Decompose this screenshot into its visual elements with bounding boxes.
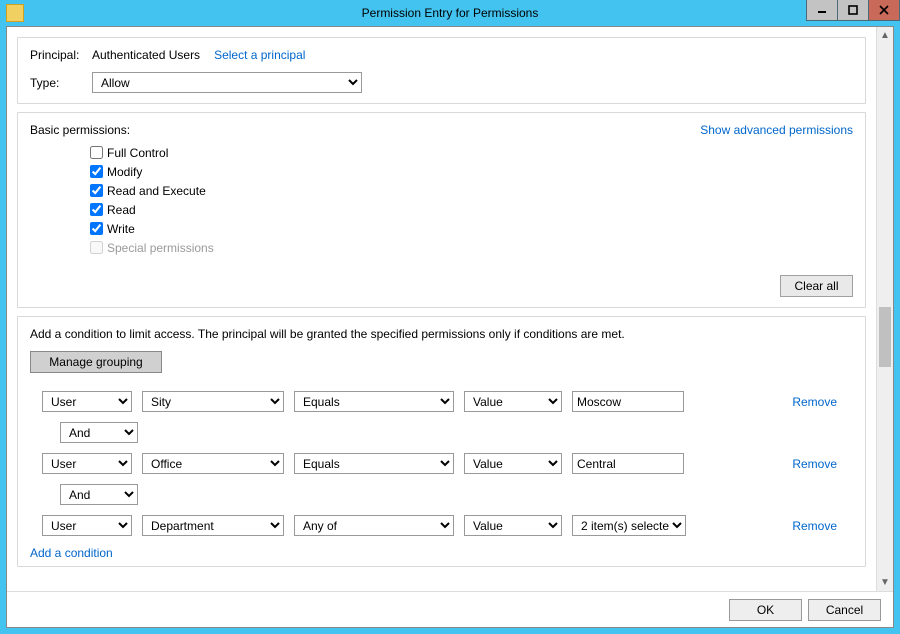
remove-condition-link[interactable]: Remove [792, 395, 837, 409]
principal-value: Authenticated Users [92, 48, 200, 62]
manage-grouping-button[interactable]: Manage grouping [30, 351, 162, 373]
condition-subject-select[interactable]: User [42, 515, 132, 536]
perm-label: Modify [107, 165, 142, 179]
condition-attribute-select[interactable]: Sity [142, 391, 284, 412]
perm-label: Read [107, 203, 136, 217]
condition-row: User Sity Equals Value Remove [42, 391, 853, 412]
conditions-panel: Add a condition to limit access. The pri… [17, 316, 866, 567]
select-principal-link[interactable]: Select a principal [214, 48, 305, 62]
perm-read-execute[interactable]: Read and Execute [90, 181, 853, 200]
condition-joiner-select[interactable]: And [60, 484, 138, 505]
condition-value-input[interactable] [572, 391, 684, 412]
dialog-button-bar: OK Cancel [7, 591, 893, 627]
condition-row: User Department Any of Value 2 item(s) s… [42, 515, 853, 536]
principal-panel: Principal: Authenticated Users Select a … [17, 37, 866, 104]
content-scroll: Principal: Authenticated Users Select a … [7, 27, 876, 591]
window-title: Permission Entry for Permissions [0, 6, 900, 20]
condition-joiner-row: And [42, 422, 853, 443]
condition-attribute-select[interactable]: Office [142, 453, 284, 474]
perm-write-checkbox[interactable] [90, 222, 103, 235]
permissions-panel: Basic permissions: Show advanced permiss… [17, 112, 866, 308]
basic-permissions-label: Basic permissions: [30, 123, 130, 137]
condition-valuetype-select[interactable]: Value [464, 453, 562, 474]
condition-valuetype-select[interactable]: Value [464, 515, 562, 536]
perm-modify[interactable]: Modify [90, 162, 853, 181]
perm-read-checkbox[interactable] [90, 203, 103, 216]
client-area: Principal: Authenticated Users Select a … [6, 26, 894, 628]
condition-operator-select[interactable]: Equals [294, 453, 454, 474]
condition-operator-select[interactable]: Equals [294, 391, 454, 412]
perm-special: Special permissions [90, 238, 853, 257]
titlebar: Permission Entry for Permissions [0, 0, 900, 26]
clear-all-button[interactable]: Clear all [780, 275, 853, 297]
scroll-down-icon[interactable]: ▼ [877, 574, 893, 591]
condition-multi-value-select[interactable]: 2 item(s) selected [572, 515, 686, 536]
scroll-thumb[interactable] [879, 307, 891, 367]
perm-special-checkbox [90, 241, 103, 254]
remove-condition-link[interactable]: Remove [792, 519, 837, 533]
condition-joiner-select[interactable]: And [60, 422, 138, 443]
perm-label: Read and Execute [107, 184, 206, 198]
perm-full-control-checkbox[interactable] [90, 146, 103, 159]
type-label: Type: [30, 76, 92, 90]
condition-subject-select[interactable]: User [42, 453, 132, 474]
condition-value-input[interactable] [572, 453, 684, 474]
condition-subject-select[interactable]: User [42, 391, 132, 412]
condition-valuetype-select[interactable]: Value [464, 391, 562, 412]
perm-label: Write [107, 222, 135, 236]
scroll-up-icon[interactable]: ▲ [877, 27, 893, 44]
close-button[interactable] [868, 0, 900, 21]
perm-modify-checkbox[interactable] [90, 165, 103, 178]
conditions-description: Add a condition to limit access. The pri… [30, 327, 853, 341]
window-controls [807, 0, 900, 21]
perm-read-execute-checkbox[interactable] [90, 184, 103, 197]
condition-operator-select[interactable]: Any of [294, 515, 454, 536]
vertical-scrollbar[interactable]: ▲ ▼ [876, 27, 893, 591]
minimize-button[interactable] [806, 0, 838, 21]
permissions-list: Full Control Modify Read and Execute Rea… [90, 143, 853, 257]
perm-label: Full Control [107, 146, 168, 160]
type-select[interactable]: Allow [92, 72, 362, 93]
perm-label: Special permissions [107, 241, 214, 255]
condition-attribute-select[interactable]: Department [142, 515, 284, 536]
perm-full-control[interactable]: Full Control [90, 143, 853, 162]
advanced-permissions-link[interactable]: Show advanced permissions [700, 123, 853, 137]
perm-write[interactable]: Write [90, 219, 853, 238]
ok-button[interactable]: OK [729, 599, 802, 621]
maximize-button[interactable] [837, 0, 869, 21]
cancel-button[interactable]: Cancel [808, 599, 881, 621]
condition-row: User Office Equals Value Remove [42, 453, 853, 474]
principal-label: Principal: [30, 48, 92, 62]
perm-read[interactable]: Read [90, 200, 853, 219]
condition-joiner-row: And [42, 484, 853, 505]
add-condition-link[interactable]: Add a condition [30, 546, 853, 560]
remove-condition-link[interactable]: Remove [792, 457, 837, 471]
